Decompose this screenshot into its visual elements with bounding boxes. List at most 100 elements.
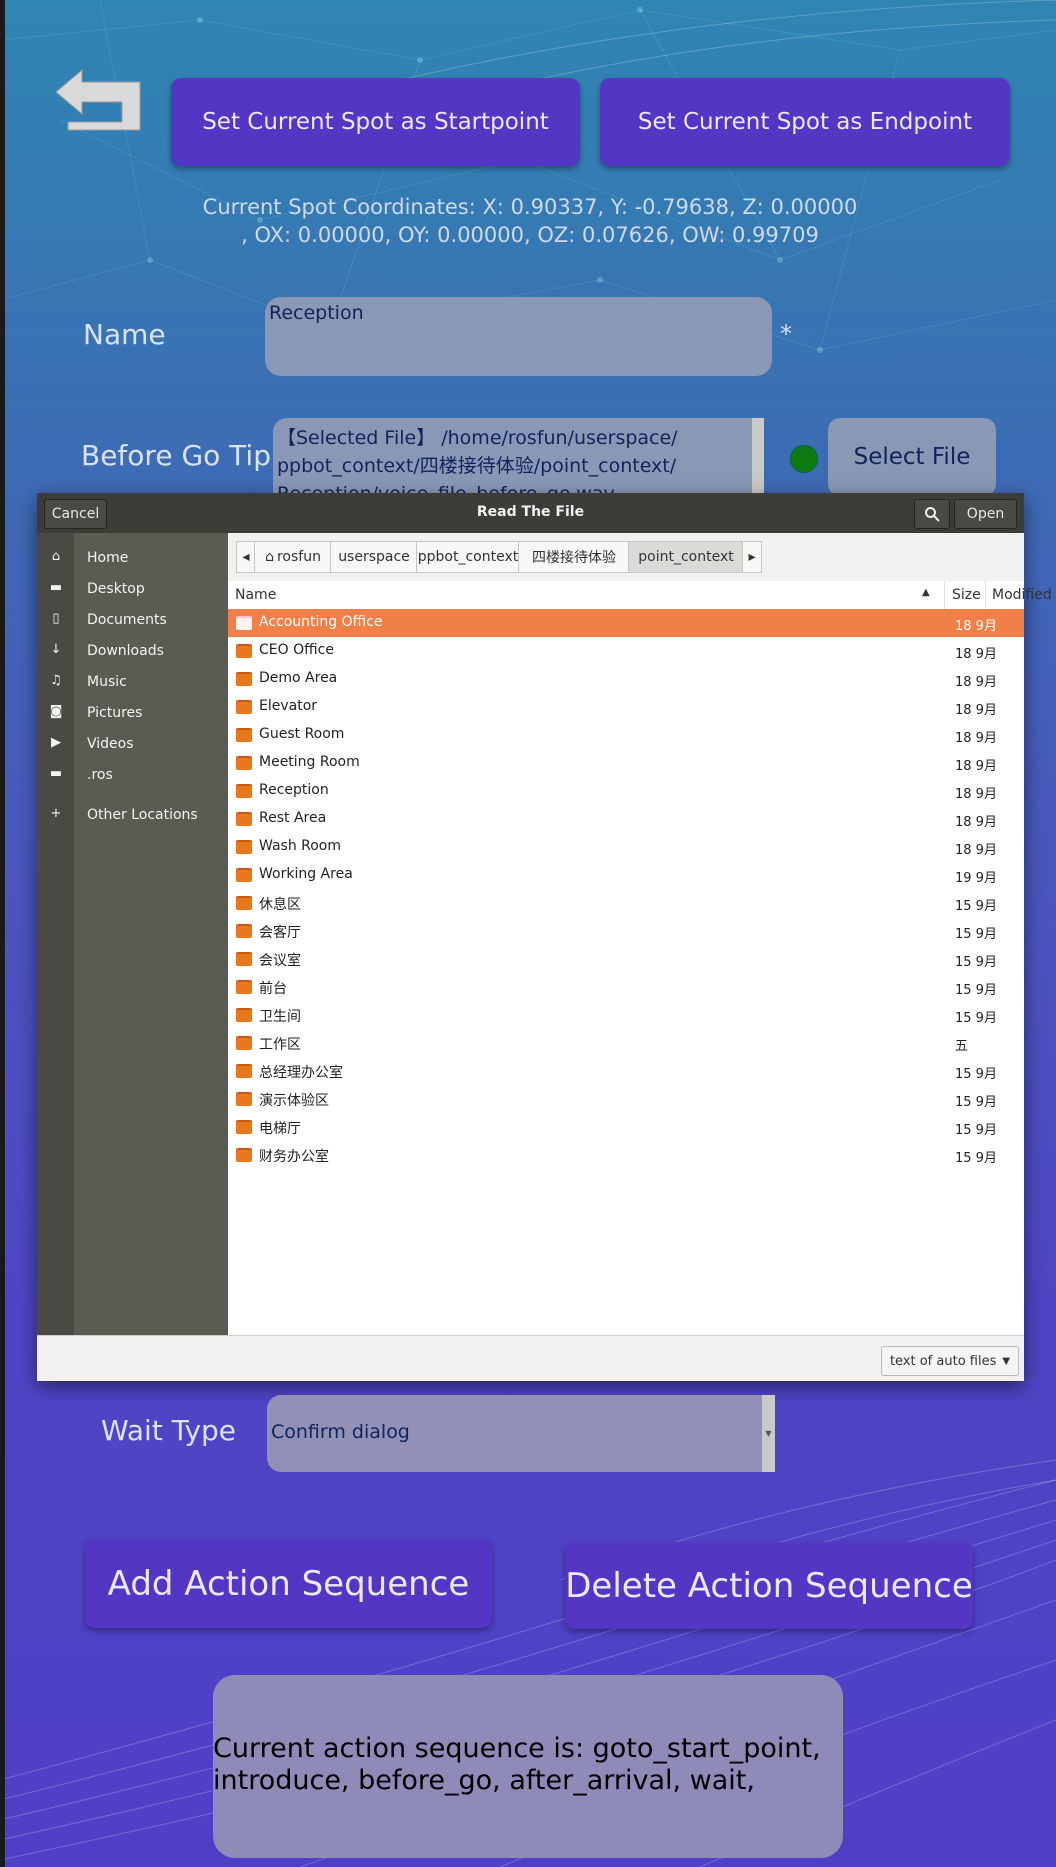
file-row[interactable]: 总经理办公室 15 9月 (228, 1057, 1024, 1085)
file-filter-select[interactable]: text of auto files ▼ (881, 1346, 1019, 1376)
name-label: Name (83, 318, 166, 351)
file-row[interactable]: Meeting Room 18 9月 (228, 749, 1024, 777)
file-row[interactable]: Guest Room 18 9月 (228, 721, 1024, 749)
file-row[interactable]: 电梯厅 15 9月 (228, 1113, 1024, 1141)
sidebar-item-other-locations[interactable]: + Other Locations (37, 800, 228, 830)
file-row[interactable]: 工作区 五 (228, 1029, 1024, 1057)
sidebar-item-label: Pictures (87, 705, 143, 721)
file-modified: 18 9月 (955, 675, 997, 690)
file-row[interactable]: 休息区 15 9月 (228, 889, 1024, 917)
sidebar-item-pictures[interactable]: ◙ Pictures (37, 698, 228, 728)
file-modified: 15 9月 (955, 1067, 997, 1082)
breadcrumb-ppbot-context[interactable]: ppbot_context (416, 541, 520, 573)
plus-icon: + (50, 806, 62, 821)
video-icon: ▶ (51, 735, 61, 750)
folder-icon (236, 616, 252, 630)
name-input-value: Reception (269, 302, 364, 324)
file-name: Demo Area (259, 670, 338, 686)
file-row[interactable]: Demo Area 18 9月 (228, 665, 1024, 693)
file-list-header: Name ▲ Size Modified (228, 581, 1052, 610)
file-row[interactable]: 会议室 15 9月 (228, 945, 1024, 973)
folder-icon (236, 812, 252, 826)
action-sequence-text: Current action sequence is: goto_start_p… (213, 1733, 853, 1797)
file-row[interactable]: 演示体验区 15 9月 (228, 1085, 1024, 1113)
sidebar-item-music[interactable]: ♫ Music (37, 667, 228, 697)
file-modified: 15 9月 (955, 899, 997, 914)
file-modified: 五 (955, 1039, 969, 1054)
back-button[interactable] (52, 64, 146, 134)
column-modified[interactable]: Modified (992, 587, 1052, 603)
set-startpoint-button[interactable]: Set Current Spot as Startpoint (171, 78, 580, 166)
download-icon: ↓ (50, 642, 62, 657)
path-back-arrow[interactable]: ◂ (236, 541, 256, 573)
file-name: 会客厅 (259, 925, 301, 941)
folder-icon (236, 868, 252, 882)
sidebar-item-label: Documents (87, 612, 167, 628)
before-go-tip-line-2: ppbot_context/四楼接待体验/point_context/ (277, 455, 677, 477)
status-indicator-dot (790, 445, 818, 473)
file-row[interactable]: 财务办公室 15 9月 (228, 1141, 1024, 1169)
file-list: Name ▲ Size Modified Accounting Office 18… (228, 581, 1052, 1335)
folder-icon (236, 924, 252, 938)
folder-icon (236, 1148, 252, 1162)
folder-icon (236, 756, 252, 770)
folder-icon (236, 728, 252, 742)
file-row[interactable]: Reception 18 9月 (228, 777, 1024, 805)
file-row[interactable]: Wash Room 18 9月 (228, 833, 1024, 861)
before-go-tip-text[interactable]: 【Selected File】 /home/rosfun/userspace/ … (273, 418, 764, 493)
file-row[interactable]: Elevator 18 9月 (228, 693, 1024, 721)
file-row[interactable]: Working Area 19 9月 (228, 861, 1024, 889)
dialog-search-button[interactable] (914, 499, 950, 529)
file-modified: 15 9月 (955, 927, 997, 942)
sidebar-item-downloads[interactable]: ↓ Downloads (37, 636, 228, 666)
file-row[interactable]: 前台 15 9月 (228, 973, 1024, 1001)
sidebar-item-label: Downloads (87, 643, 164, 659)
wait-type-dropdown-arrow[interactable]: ▼ (762, 1395, 775, 1472)
before-go-tip-scrollbar[interactable] (752, 418, 764, 493)
breadcrumb-rosfun[interactable]: ⌂ rosfun (254, 541, 332, 573)
sidebar-item-label: Videos (87, 736, 134, 752)
breadcrumb-userspace[interactable]: userspace (330, 541, 418, 573)
file-modified: 15 9月 (955, 1151, 997, 1166)
dialog-open-button[interactable]: Open (954, 499, 1017, 529)
path-forward-arrow[interactable]: ▸ (742, 541, 762, 573)
file-modified: 15 9月 (955, 1095, 997, 1110)
music-icon: ♫ (50, 673, 62, 688)
file-name: 电梯厅 (259, 1121, 301, 1137)
folder-icon (236, 644, 252, 658)
sidebar-item-videos[interactable]: ▶ Videos (37, 729, 228, 759)
folder-icon (236, 672, 252, 686)
file-row[interactable]: Rest Area 18 9月 (228, 805, 1024, 833)
breadcrumb-four-floor[interactable]: 四楼接待体验 (518, 541, 630, 573)
before-go-tip-line-1: 【Selected File】 /home/rosfun/userspace/ (277, 427, 678, 449)
file-row[interactable]: 卫生间 15 9月 (228, 1001, 1024, 1029)
set-endpoint-button[interactable]: Set Current Spot as Endpoint (600, 78, 1010, 166)
add-action-sequence-button[interactable]: Add Action Sequence (85, 1539, 492, 1628)
file-name: Reception (259, 782, 329, 798)
folder-icon (236, 1064, 252, 1078)
file-row[interactable]: Accounting Office 18 9月 (228, 609, 1024, 637)
column-size[interactable]: Size (952, 587, 981, 603)
sidebar-item-home[interactable]: ⌂ Home (37, 543, 228, 573)
name-input[interactable]: Reception (265, 297, 772, 376)
breadcrumb-point-context[interactable]: point_context (628, 541, 744, 573)
file-name: 财务办公室 (259, 1149, 329, 1165)
home-icon: ⌂ (265, 549, 274, 565)
file-name: Rest Area (259, 810, 327, 826)
sidebar-item-ros[interactable]: ▬ .ros (37, 760, 228, 790)
required-mark: * (780, 320, 792, 348)
wait-type-select[interactable]: Confirm dialog ▼ (267, 1395, 775, 1472)
delete-action-sequence-button[interactable]: Delete Action Sequence (565, 1542, 973, 1629)
column-name[interactable]: Name (235, 587, 276, 603)
before-go-tip-line-3: Reception/voice_file_before_go.wav (277, 480, 678, 493)
sidebar-item-desktop[interactable]: ▬ Desktop (37, 574, 228, 604)
folder-icon (236, 896, 252, 910)
sidebar-item-documents[interactable]: ▯ Documents (37, 605, 228, 635)
select-file-button[interactable]: Select File (828, 418, 996, 496)
folder-icon: ▬ (49, 580, 63, 595)
sidebar-item-label: .ros (87, 767, 113, 783)
breadcrumb-label: rosfun (276, 549, 321, 565)
file-row[interactable]: 会客厅 15 9月 (228, 917, 1024, 945)
file-row[interactable]: CEO Office 18 9月 (228, 637, 1024, 665)
column-divider (985, 581, 986, 609)
